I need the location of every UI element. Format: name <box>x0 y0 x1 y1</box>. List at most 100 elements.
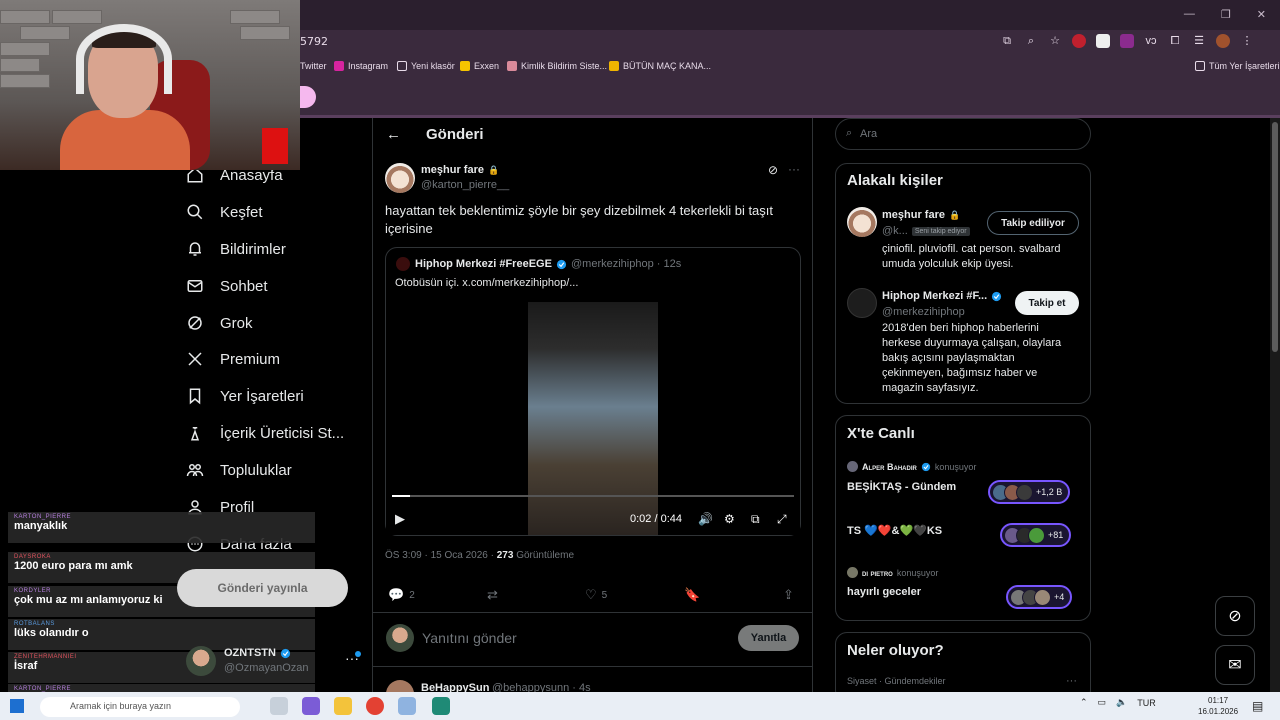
author-handle[interactable]: @karton_pierre__ <box>421 179 509 191</box>
nav-grok[interactable]: Grok <box>186 314 253 332</box>
bookmark-mac-kanal[interactable]: BÜTÜN MAÇ KANA... <box>609 61 711 71</box>
live-space-title[interactable]: hayırlı geceler <box>847 586 921 598</box>
language-indicator[interactable]: TUR <box>1137 698 1156 708</box>
live-listeners[interactable]: +81 <box>1000 523 1072 547</box>
nav-creator-studio[interactable]: İçerik Üreticisi St... <box>186 424 344 442</box>
reply-action[interactable]: 💬 2 <box>388 587 415 603</box>
like-action[interactable]: ♡ 5 <box>585 587 607 603</box>
video-frame[interactable] <box>528 302 658 535</box>
extension-purple-icon[interactable] <box>1120 34 1134 48</box>
account-avatar[interactable] <box>186 646 216 676</box>
bookmark-instagram[interactable]: Instagram <box>334 61 388 71</box>
bookmark-icon <box>189 388 201 405</box>
scrollbar-thumb[interactable] <box>1272 122 1278 352</box>
video-progress-track[interactable] <box>392 495 794 497</box>
all-bookmarks[interactable]: Tüm Yer İşaretleri <box>1195 61 1280 71</box>
live-listeners[interactable]: +4 <box>1006 585 1073 609</box>
grok-fab[interactable]: ⊘ <box>1215 596 1255 636</box>
trend-more-icon[interactable]: ··· <box>1066 675 1077 687</box>
related-avatar[interactable] <box>847 207 877 237</box>
windows-start-icon[interactable] <box>10 699 24 713</box>
live-listeners[interactable]: +1,2 B <box>988 480 1071 504</box>
related-name[interactable]: meşhur fare 🔒 <box>882 209 960 221</box>
bookmark-folder[interactable]: Yeni klasör <box>397 61 455 71</box>
close-icon[interactable]: ✕ <box>1257 8 1266 21</box>
chat-text: lüks olanıdır o <box>14 627 89 639</box>
related-bio: çiniofil. pluviofil. cat person. svalbar… <box>882 243 1061 270</box>
nav-explore[interactable]: Keşfet <box>186 203 263 221</box>
extension-white-icon[interactable] <box>1096 34 1110 48</box>
bookmark-action[interactable]: 🔖 <box>684 587 700 603</box>
related-avatar[interactable] <box>847 288 877 318</box>
nav-messages[interactable]: Sohbet <box>186 277 268 295</box>
video-progress-fill <box>392 495 410 497</box>
minimize-icon[interactable]: — <box>1184 8 1195 21</box>
zoom-icon[interactable]: ⌕ <box>1024 34 1038 48</box>
repost-action[interactable]: ⇄ <box>487 587 498 603</box>
following-button[interactable]: Takip ediliyor <box>987 211 1079 235</box>
extension-red-icon[interactable] <box>1072 34 1086 48</box>
app-icon[interactable] <box>398 697 416 715</box>
chat-message: KARTON_PIERRE manyaklık <box>8 512 315 543</box>
nav-premium[interactable]: Premium <box>186 350 280 368</box>
messages-fab[interactable]: ✉ <box>1215 645 1255 685</box>
post-text: hayattan tek beklentimiz şöyle bir şey d… <box>385 203 774 236</box>
reading-list-icon[interactable]: ☰ <box>1192 34 1206 48</box>
taskbar-search[interactable]: Aramak için buraya yazın <box>40 697 240 717</box>
volume-icon[interactable]: 🔈 <box>1116 697 1127 708</box>
extensions-puzzle-icon[interactable]: ⧠ <box>1168 34 1182 48</box>
quote-author-name[interactable]: Hiphop Merkezi #FreeEGE <box>415 258 567 270</box>
address-bar[interactable]: 5792 <box>300 35 328 48</box>
restore-icon[interactable]: ❐ <box>1221 8 1231 21</box>
author-name[interactable]: meşhur fare 🔒 <box>421 164 499 176</box>
account-name[interactable]: OZNTSTN <box>224 647 291 659</box>
back-arrow-icon[interactable]: ← <box>386 126 401 143</box>
quote-handle: @merkezihiphop · 12s <box>571 258 682 270</box>
related-name[interactable]: Hiphop Merkezi #F... <box>882 290 1002 302</box>
browser-toolbar: ⧉ ⌕ ☆ vɔ ⧠ ☰ ⋮ <box>1000 34 1254 48</box>
play-icon[interactable]: ▶ <box>395 511 405 527</box>
quote-text[interactable]: Otobüsün içi. x.com/merkezihiphop/... <box>395 277 578 289</box>
chrome-icon[interactable] <box>366 697 384 715</box>
live-space-title[interactable]: TS 💙❤️&💚🖤KS <box>847 524 942 537</box>
jp-icon <box>609 61 619 71</box>
notification-icon[interactable]: ▤ <box>1252 699 1263 713</box>
live-space-title[interactable]: BEŞİKTAŞ - Gündem <box>847 481 956 493</box>
network-icon[interactable]: ▭ <box>1098 697 1107 708</box>
post-button[interactable]: Gönderi yayınla <box>177 569 348 607</box>
nav-notifications[interactable]: Bildirimler <box>186 240 286 258</box>
share-action[interactable]: ⇪ <box>783 587 794 603</box>
reply-button[interactable]: Yanıtla <box>738 625 799 651</box>
chevron-up-icon[interactable]: ⌃ <box>1080 697 1088 708</box>
menu-icon[interactable]: ⋮ <box>1240 34 1254 48</box>
extension-vs-icon[interactable]: vɔ <box>1144 34 1158 48</box>
file-explorer-icon[interactable] <box>334 697 352 715</box>
grok-explain-icon[interactable]: ⊘ <box>768 163 778 177</box>
bookmark-twitter[interactable]: Twitter <box>300 61 327 71</box>
clock[interactable]: 01:17 16.01.2026 <box>1198 695 1238 717</box>
nav-bookmarks[interactable]: Yer İşaretleri <box>186 387 304 405</box>
reply-icon: 💬 <box>388 587 405 602</box>
bookmark-exxen[interactable]: Exxen <box>460 61 499 71</box>
install-app-icon[interactable]: ⧉ <box>1000 34 1014 48</box>
star-icon[interactable]: ☆ <box>1048 34 1062 48</box>
divider <box>373 612 812 613</box>
author-avatar[interactable] <box>385 163 415 193</box>
exxen-icon <box>460 61 470 71</box>
chat-message: ROTBALANS lüks olanıdır o <box>8 619 315 650</box>
post-more-icon[interactable]: ··· <box>788 162 800 176</box>
quote-avatar <box>396 257 410 271</box>
settings-icon[interactable]: ⚙ <box>724 512 735 526</box>
bookmark-kimlik[interactable]: Kimlik Bildirim Siste... <box>507 61 607 71</box>
obs-icon[interactable] <box>432 697 450 715</box>
task-view-icon[interactable] <box>270 697 288 715</box>
nav-communities[interactable]: Topluluklar <box>186 461 292 479</box>
follow-button[interactable]: Takip et <box>1015 291 1079 315</box>
copilot-icon[interactable] <box>302 697 320 715</box>
window-controls: — ❐ ✕ <box>1184 8 1266 21</box>
pip-icon[interactable]: ⧉ <box>751 512 760 527</box>
reply-input[interactable]: Yanıtını gönder <box>422 630 517 646</box>
profile-avatar-icon[interactable] <box>1216 34 1230 48</box>
volume-icon[interactable]: 🔊 <box>698 512 713 526</box>
fullscreen-icon[interactable]: ⤢ <box>777 512 787 527</box>
